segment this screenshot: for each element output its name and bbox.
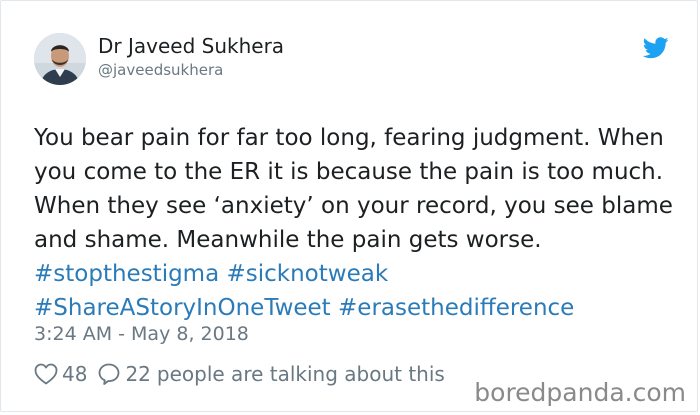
heart-icon [34, 363, 58, 385]
author-name[interactable]: Dr Javeed Sukhera [98, 34, 284, 58]
like-count: 48 [62, 362, 88, 386]
twitter-bird-icon[interactable] [642, 37, 669, 59]
tweet-body: You bear pain for far too long, fearing … [34, 125, 673, 253]
speech-bubble-icon [97, 362, 121, 386]
tweet-actions: 48 22 people are talking about this [34, 361, 445, 387]
tweet-text: You bear pain for far too long, fearing … [34, 121, 684, 325]
avatar[interactable] [34, 33, 86, 85]
author-handle[interactable]: @javeedsukhera [98, 61, 223, 79]
tweet-timestamp[interactable]: 3:24 AM - May 8, 2018 [34, 323, 249, 345]
hashtag-link[interactable]: #erasethedifference [338, 295, 574, 321]
like-button[interactable]: 48 [34, 362, 87, 386]
hashtag-link[interactable]: #stopthestigma [34, 261, 219, 287]
tweet-card: Dr Javeed Sukhera @javeedsukhera You bea… [0, 0, 698, 412]
hashtag-link[interactable]: #ShareAStoryInOneTweet [34, 295, 331, 321]
talking-about-link[interactable]: people are talking about this [157, 362, 445, 386]
watermark: boredpanda.com [474, 378, 686, 407]
hashtag-link[interactable]: #sicknotweak [227, 261, 389, 287]
reply-count: 22 [125, 362, 151, 386]
avatar-photo [34, 33, 86, 85]
reply-button[interactable]: 22 [97, 362, 151, 386]
